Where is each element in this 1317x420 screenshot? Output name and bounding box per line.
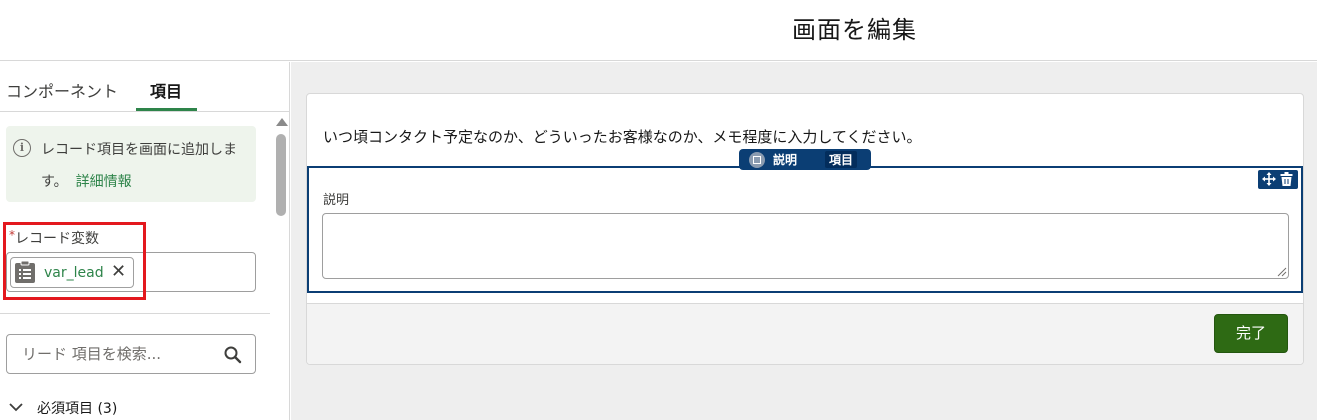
screen-footer: 完了 [307,303,1303,364]
scroll-thumb[interactable] [276,134,286,216]
panel-scrollbar[interactable] [274,114,288,420]
display-text-component[interactable]: いつ頃コンタクト予定なのか、どういったお客様なのか、メモ程度に入力してください。 [323,126,922,147]
tab-components[interactable]: コンポーネント [6,78,118,102]
required-fields-label: 必須項目 (3) [37,401,118,417]
field-label: 説明 [323,193,350,208]
tabs-divider [0,111,289,112]
component-field-icon [749,152,765,168]
info-message-text: レコード項目を画面に追加します。 [41,142,237,190]
resize-grip-icon[interactable] [1277,267,1287,277]
field-search-box[interactable] [6,334,256,374]
component-actions [1258,170,1298,189]
tab-fields[interactable]: 項目 [150,78,182,102]
annotation-highlight-box [3,222,146,300]
app-header: 画面を編集 [0,0,1317,61]
info-message: i レコード項目を画面に追加します。 詳細情報 [6,126,256,202]
field-search-input[interactable] [8,336,218,372]
chevron-down-icon[interactable] [8,399,24,415]
component-tag-type: 項目 [825,151,858,168]
screen-preview-card: いつ頃コンタクト予定なのか、どういったお客様なのか、メモ程度に入力してください。… [306,93,1304,365]
scroll-up-arrow-icon[interactable] [276,118,288,126]
done-button[interactable]: 完了 [1214,314,1288,353]
left-panel: コンポーネント 項目 i レコード項目を画面に追加します。 詳細情報 *レコード変… [0,62,290,420]
selected-field-component[interactable]: 説明 [307,166,1303,293]
info-text: レコード項目を画面に追加します。 詳細情報 [41,134,253,198]
move-icon[interactable] [1262,172,1276,186]
component-tag-label: 説明 [773,153,798,167]
page-title: 画面を編集 [792,16,917,44]
description-textarea[interactable] [322,213,1289,279]
delete-trash-icon[interactable] [1280,172,1293,186]
component-tag: 説明 項目 [739,149,871,170]
panel-divider [0,313,270,314]
info-icon: i [13,139,31,157]
search-icon[interactable] [223,345,243,365]
screen-canvas: いつ頃コンタクト予定なのか、どういったお客様なのか、メモ程度に入力してください。… [291,62,1317,420]
learn-more-link[interactable]: 詳細情報 [76,174,132,190]
